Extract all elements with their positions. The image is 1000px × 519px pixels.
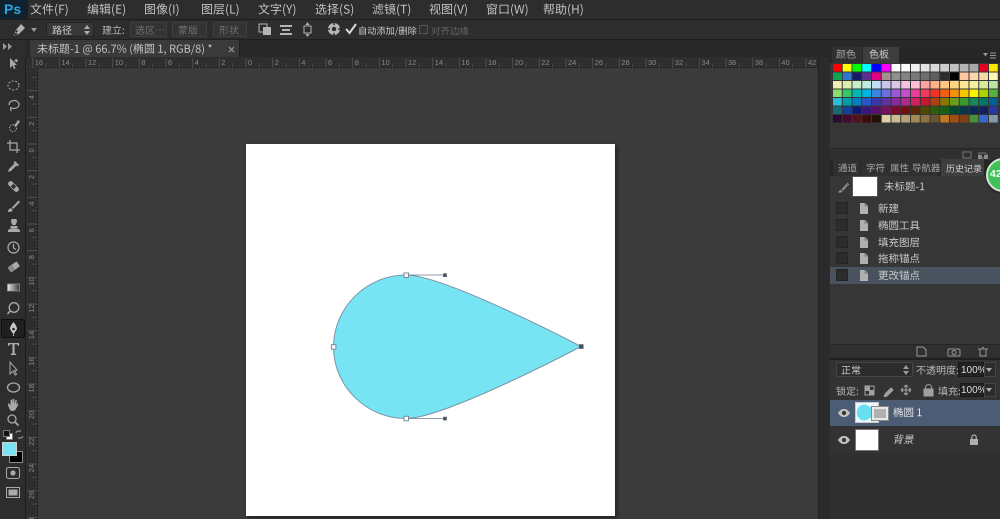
svg-text:28: 28 [621,58,629,67]
svg-text:4: 4 [195,58,199,67]
svg-text:10: 10 [381,58,389,67]
svg-text:8: 8 [355,58,359,67]
svg-text:14: 14 [27,331,36,339]
svg-text:2: 2 [275,58,279,67]
svg-text:2: 2 [27,122,36,126]
svg-text:24: 24 [27,464,36,472]
svg-text:12: 12 [27,304,36,312]
svg-text:6: 6 [168,58,172,67]
svg-text:26: 26 [595,58,603,67]
svg-text:2: 2 [221,58,225,67]
svg-text:18: 18 [27,384,36,392]
svg-text:6: 6 [27,228,36,232]
svg-text:0: 0 [27,148,36,152]
svg-text:22: 22 [27,437,36,445]
svg-text:32: 32 [675,58,683,67]
svg-text:4: 4 [301,58,305,67]
svg-text:14: 14 [61,58,69,67]
svg-text:24: 24 [568,58,576,67]
svg-text:8: 8 [27,255,36,259]
svg-text:4: 4 [27,202,36,206]
svg-text:36: 36 [728,58,736,67]
svg-text:18: 18 [488,58,496,67]
svg-text:2: 2 [27,175,36,179]
svg-text:16: 16 [461,58,469,67]
svg-text:34: 34 [701,58,709,67]
svg-text:16: 16 [35,58,43,67]
svg-text:10: 10 [27,277,36,285]
svg-text:22: 22 [541,58,549,67]
svg-text:12: 12 [88,58,96,67]
svg-text:30: 30 [648,58,656,67]
svg-text:20: 20 [515,58,523,67]
svg-text:40: 40 [781,58,789,67]
svg-text:14: 14 [435,58,443,67]
svg-text:26: 26 [27,491,36,499]
svg-text:10: 10 [115,58,123,67]
svg-text:4: 4 [27,95,36,99]
svg-text:38: 38 [755,58,763,67]
svg-text:20: 20 [27,411,36,419]
svg-text:42: 42 [808,58,816,67]
svg-text:8: 8 [141,58,145,67]
svg-text:12: 12 [408,58,416,67]
svg-text:16: 16 [27,357,36,365]
svg-text:0: 0 [248,58,252,67]
svg-text:6: 6 [328,58,332,67]
